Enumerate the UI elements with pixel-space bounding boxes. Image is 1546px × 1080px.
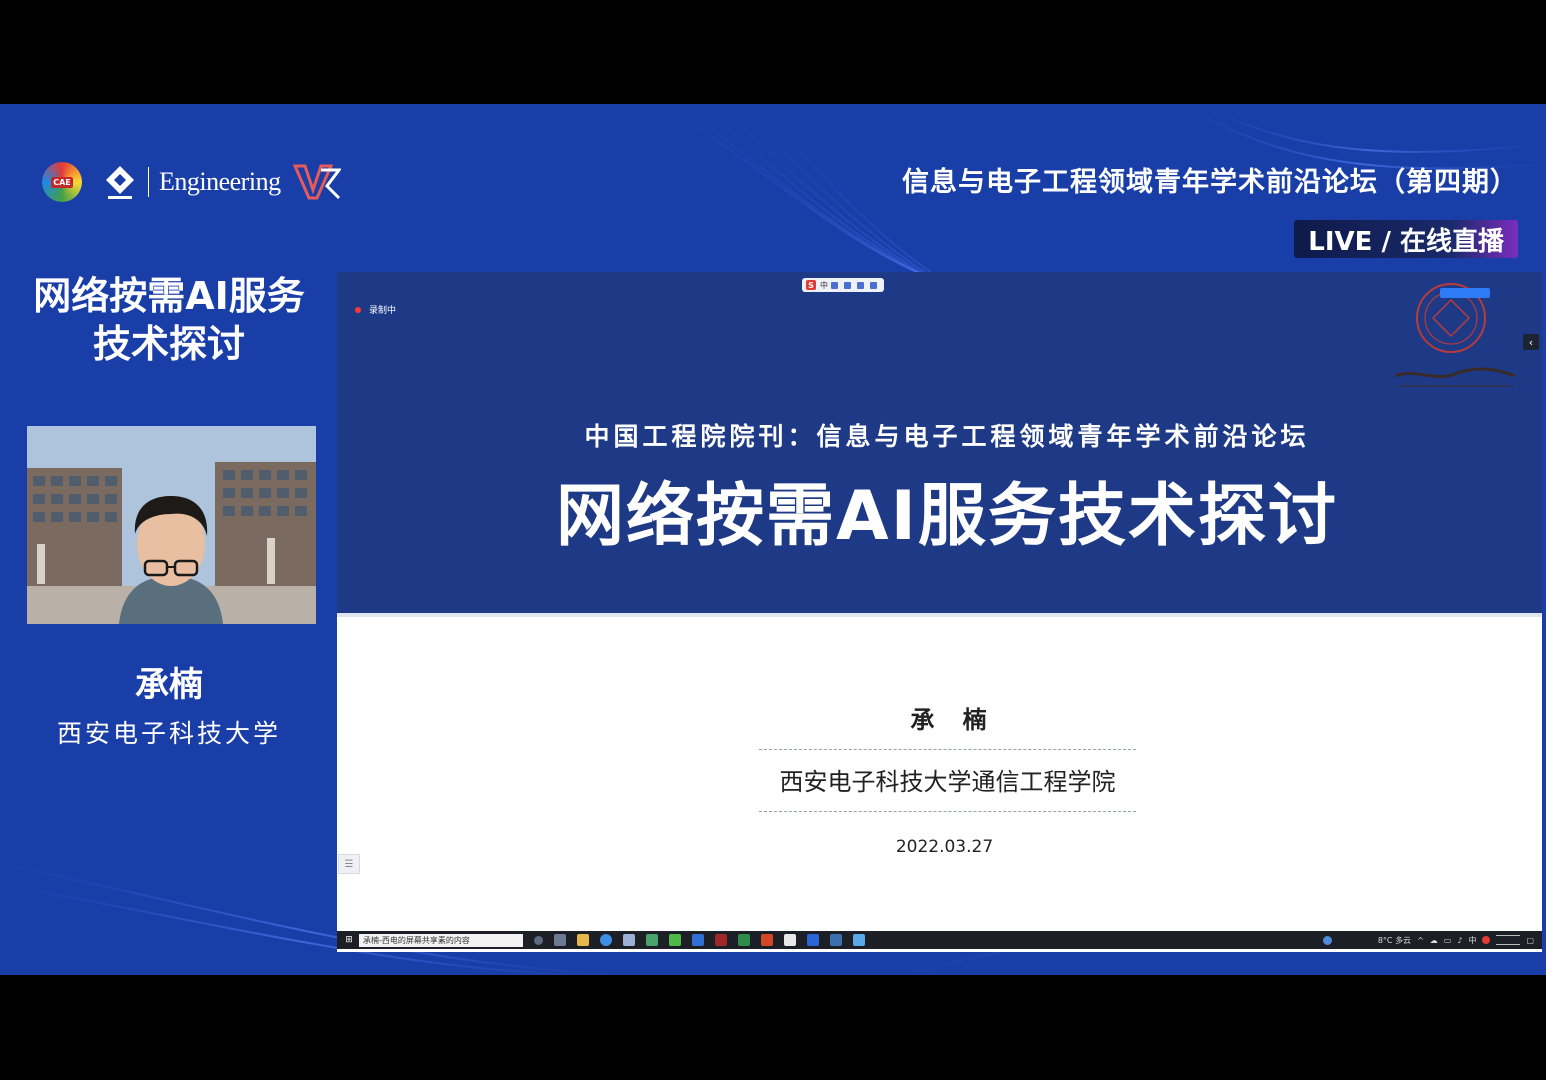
live-badge: LIVE / 在线直播 bbox=[1294, 220, 1518, 258]
tray-chevron-icon[interactable]: ^ bbox=[1417, 936, 1424, 945]
microphone-icon[interactable] bbox=[844, 281, 851, 289]
sogou-ime-icon[interactable]: S bbox=[806, 280, 816, 290]
engineering-mark-icon bbox=[106, 166, 134, 199]
shared-screen: 录制中 S 中 ‹ 中国工程院院刊：信息与电子工程领域青年学术前沿论坛 网络按需… bbox=[337, 272, 1542, 952]
recording-indicator: 录制中 bbox=[355, 303, 396, 316]
slide-divider bbox=[337, 613, 1542, 617]
forum-title: 信息与电子工程领域青年学术前沿论坛（第四期） bbox=[902, 167, 1518, 198]
slide-menu-handle-icon[interactable]: ☰ bbox=[338, 854, 360, 874]
engineering-journal-logo: Engineering bbox=[148, 167, 281, 197]
collapse-panel-icon[interactable]: ‹ bbox=[1523, 334, 1539, 350]
weather-label[interactable]: 8°C 多云 bbox=[1378, 935, 1411, 946]
clock-widget[interactable] bbox=[1496, 935, 1521, 945]
slide-separator-bottom bbox=[759, 811, 1136, 812]
tray-cloud-icon[interactable]: ☁ bbox=[1430, 936, 1438, 945]
webcam-video bbox=[27, 426, 316, 624]
meeting-toolbar[interactable]: S 中 bbox=[802, 278, 884, 292]
slide-subtitle: 中国工程院院刊：信息与电子工程领域青年学术前沿论坛 bbox=[584, 422, 1310, 451]
forum-emblem-icon bbox=[292, 164, 341, 200]
tray-volume-icon[interactable]: ♪ bbox=[1457, 936, 1462, 945]
store-icon[interactable] bbox=[623, 934, 635, 946]
windows-taskbar: ⊞ 承楠-西电的屏幕共享素的内容 8°C 多云 ^ ☁ ▭ ♪ 中 ▢ bbox=[337, 931, 1542, 949]
cortana-icon[interactable] bbox=[534, 935, 543, 945]
recording-label: 录制中 bbox=[369, 306, 397, 316]
cae-logo: CAE bbox=[42, 162, 82, 202]
talk-title-line1: 网络按需AI服务 bbox=[33, 274, 305, 318]
excel-icon[interactable] bbox=[738, 934, 750, 946]
pdf-reader-icon[interactable] bbox=[715, 934, 727, 946]
task-view-icon[interactable] bbox=[554, 934, 566, 946]
search-suffix-text: 素的内容 bbox=[437, 935, 470, 945]
partner-logos: CAE Engineering bbox=[42, 160, 341, 204]
speaker-name: 承楠 bbox=[135, 665, 203, 705]
screen-share-label: 承楠-西电的屏幕共享 bbox=[363, 935, 438, 945]
notification-icon[interactable]: ▢ bbox=[1526, 936, 1534, 945]
cloud-upload-button[interactable] bbox=[1440, 288, 1490, 298]
meeting-app-icon[interactable] bbox=[807, 934, 819, 946]
bird-app-icon[interactable] bbox=[853, 934, 865, 946]
chrome-icon[interactable] bbox=[600, 934, 612, 946]
talk-title: 网络按需AI服务 技术探讨 bbox=[0, 272, 338, 368]
wechat-icon[interactable] bbox=[669, 934, 681, 946]
taskbar-search-field[interactable]: 承楠-西电的屏幕共享素的内容 bbox=[359, 933, 523, 947]
start-menu-icon[interactable]: ⊞ bbox=[341, 934, 357, 946]
speaker-organization: 西安电子科技大学 bbox=[56, 719, 281, 748]
punctuation-icon[interactable] bbox=[831, 281, 838, 289]
app-icon-1[interactable] bbox=[646, 934, 658, 946]
powerpoint-icon[interactable] bbox=[761, 934, 773, 946]
file-explorer-icon[interactable] bbox=[577, 934, 589, 946]
tray-sogou-icon[interactable] bbox=[1482, 936, 1491, 944]
system-tray: 8°C 多云 ^ ☁ ▭ ♪ 中 ▢ bbox=[1317, 931, 1534, 949]
tray-ime-label[interactable]: 中 bbox=[1468, 935, 1476, 946]
ime-mode-label[interactable]: 中 bbox=[820, 280, 828, 291]
outlook-icon[interactable] bbox=[692, 934, 704, 946]
conference-stage: CAE Engineering 信息与电子工程领域青年学术前沿论坛（第四期） L… bbox=[0, 104, 1546, 975]
help-icon[interactable] bbox=[1322, 935, 1332, 945]
slide-author: 承 楠 bbox=[910, 706, 997, 734]
grid-icon[interactable] bbox=[870, 281, 877, 289]
slide-organization: 西安电子科技大学通信工程学院 bbox=[779, 768, 1116, 796]
recording-dot-icon bbox=[355, 306, 361, 313]
keyboard-icon[interactable] bbox=[857, 281, 864, 289]
slide-date: 2022.03.27 bbox=[895, 837, 994, 857]
talk-title-line2: 技术探讨 bbox=[92, 322, 245, 366]
cae-logo-label: CAE bbox=[51, 176, 73, 188]
speaker-webcam bbox=[27, 426, 316, 624]
slide-title: 网络按需AI服务技术探讨 bbox=[556, 477, 1338, 556]
tray-network-icon[interactable]: ▭ bbox=[1444, 936, 1452, 945]
remote-desktop-icon[interactable] bbox=[830, 934, 842, 946]
app-icon-2[interactable] bbox=[784, 934, 796, 946]
slide-separator-top bbox=[759, 749, 1136, 750]
